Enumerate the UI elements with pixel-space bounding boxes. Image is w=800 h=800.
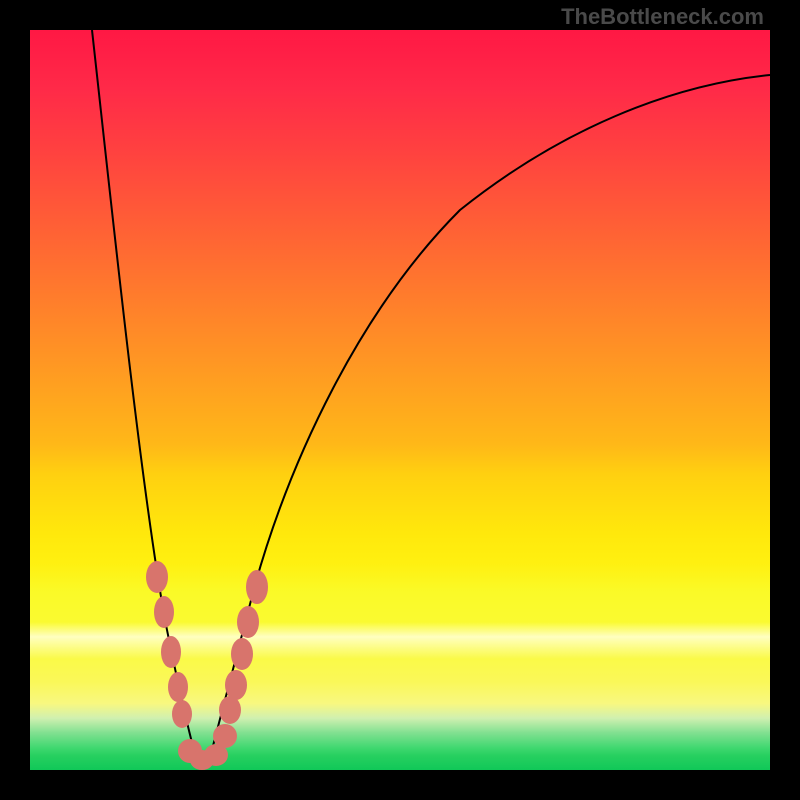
data-marker <box>246 570 268 604</box>
data-marker <box>168 672 188 702</box>
curve-chart <box>30 30 770 770</box>
data-marker <box>237 606 259 638</box>
data-marker <box>146 561 168 593</box>
data-marker <box>219 696 241 724</box>
data-marker <box>154 596 174 628</box>
data-marker <box>225 670 247 700</box>
marker-group-left <box>146 561 214 770</box>
left-curve <box>92 30 198 765</box>
data-marker <box>213 724 237 748</box>
watermark-text: TheBottleneck.com <box>561 4 764 30</box>
marker-group-right <box>204 570 268 766</box>
data-marker <box>172 700 192 728</box>
data-marker <box>161 636 181 668</box>
data-marker <box>231 638 253 670</box>
right-curve <box>208 75 770 765</box>
